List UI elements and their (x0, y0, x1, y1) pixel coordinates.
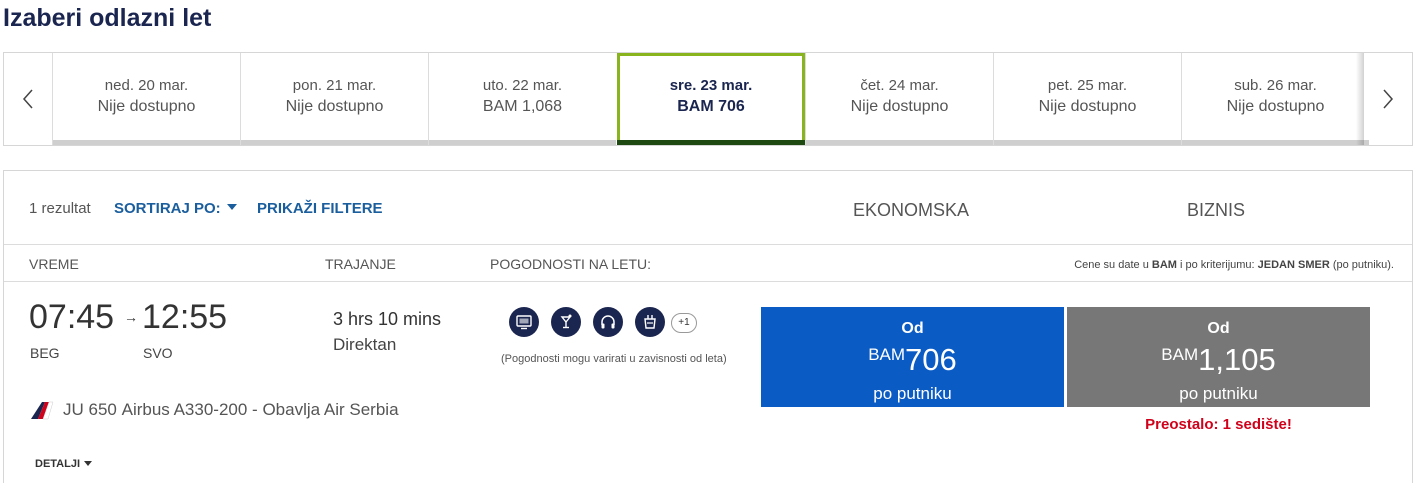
results-panel: 1 rezultat SORTIRAJ PO: PRIKAŽI FILTERE … (3, 170, 1413, 483)
details-toggle[interactable]: DETALJI (35, 458, 93, 470)
seats-left-warning: Preostalo: 1 sedište! (1145, 416, 1292, 433)
more-amenities-badge[interactable]: +1 (671, 313, 697, 333)
fare-from-label: Od (1207, 320, 1230, 337)
date-price: Nije dostupno (1038, 98, 1137, 115)
date-bar (241, 140, 428, 145)
flight-stops: Direktan (333, 335, 397, 354)
date-price: BAM 1,068 (482, 98, 563, 115)
date-bar (994, 140, 1181, 145)
sort-label: SORTIRAJ PO: (114, 200, 221, 217)
date-option-22-mar[interactable]: uto. 22 mar. BAM 1,068 (428, 53, 616, 145)
date-label: uto. 22 mar. (482, 77, 563, 94)
show-filters-button[interactable]: PRIKAŽI FILTERE (257, 200, 383, 217)
entertainment-screen-icon[interactable] (509, 307, 539, 337)
date-label: sre. 23 mar. (669, 77, 753, 94)
date-label: sub. 26 mar. (1234, 77, 1317, 94)
departure-airport: BEG (30, 345, 60, 361)
scroll-fade (1356, 53, 1364, 145)
fare-per-passenger: po putniku (1179, 384, 1258, 403)
date-bar (429, 140, 616, 145)
fare-price: BAM706 (761, 340, 1064, 381)
date-option-26-mar[interactable]: sub. 26 mar. Nije dostupno (1181, 53, 1369, 145)
result-count: 1 rezultat (29, 200, 91, 217)
date-option-23-mar-selected[interactable]: sre. 23 mar. BAM 706 (617, 53, 805, 145)
arrival-time: 12:55 (142, 298, 228, 336)
date-price: Nije dostupno (285, 98, 384, 115)
operated-by: Obavlja Air Serbia (262, 400, 399, 419)
column-header-row: VREME TRAJANJE POGODNOSTI NA LETU: Cene … (4, 245, 1412, 282)
chevron-right-icon (1383, 89, 1394, 109)
economy-fare-button[interactable]: Od BAM706 po putniku (761, 307, 1064, 407)
flight-info: JU 650 Airbus A330-200 - Obavlja Air Ser… (30, 400, 399, 420)
date-option-24-mar[interactable]: čet. 24 mar. Nije dostupno (805, 53, 993, 145)
air-serbia-logo-icon (31, 401, 54, 420)
column-time: VREME (29, 256, 79, 272)
caret-down-icon (226, 204, 237, 210)
price-note-suffix: (po putniku). (1332, 259, 1394, 271)
info-separator: - (252, 400, 258, 419)
date-label: pon. 21 mar. (292, 77, 377, 94)
fare-currency: BAM (868, 345, 906, 364)
price-note: Cene su date u BAM i po kriterijumu: JED… (1074, 259, 1394, 271)
date-option-25-mar[interactable]: pet. 25 mar. Nije dostupno (993, 53, 1181, 145)
arrow-right-icon: → (124, 309, 138, 325)
fare-currency: BAM (1161, 345, 1199, 364)
price-note-middle: i po kriterijumu: (1180, 259, 1255, 271)
fare-amount: 706 (905, 342, 957, 377)
price-note-criterion: JEDAN SMER (1257, 259, 1330, 271)
meal-icon[interactable] (635, 307, 665, 337)
chevron-left-icon (22, 89, 33, 109)
next-dates-button[interactable] (1364, 53, 1412, 145)
aircraft-type: Airbus A330-200 (121, 400, 248, 419)
date-option-21-mar[interactable]: pon. 21 mar. Nije dostupno (240, 53, 428, 145)
date-label: pet. 25 mar. (1047, 77, 1128, 94)
date-bar (1182, 140, 1369, 145)
date-bar (806, 140, 993, 145)
results-toolbar: 1 rezultat SORTIRAJ PO: PRIKAŽI FILTERE … (4, 171, 1412, 245)
price-note-prefix: Cene su date u (1074, 259, 1149, 271)
date-price: BAM 706 (677, 98, 745, 115)
fare-amount: 1,105 (1198, 342, 1276, 377)
cabin-header-economy: EKONOMSKA (853, 200, 970, 220)
date-option-20-mar[interactable]: ned. 20 mar. Nije dostupno (52, 53, 240, 145)
cabin-header-business: BIZNIS (1187, 200, 1246, 220)
fare-from-label: Od (901, 320, 924, 337)
arrival-airport: SVO (143, 345, 173, 361)
caret-down-icon (84, 461, 93, 466)
date-bar (53, 140, 240, 145)
fare-per-passenger: po putniku (873, 384, 952, 403)
date-selector: ned. 20 mar. Nije dostupno pon. 21 mar. … (3, 52, 1413, 146)
date-price: Nije dostupno (97, 98, 196, 115)
column-duration: TRAJANJE (325, 256, 396, 272)
drink-icon[interactable] (551, 307, 581, 337)
flight-duration: 3 hrs 10 mins (333, 309, 442, 329)
page-title: Izaberi odlazni let (3, 4, 212, 32)
details-label: DETALJI (35, 458, 81, 470)
fare-price: BAM1,105 (1067, 340, 1370, 381)
previous-dates-button[interactable] (4, 53, 52, 145)
flight-number: JU 650 (63, 400, 117, 419)
price-note-currency: BAM (1151, 259, 1177, 271)
headphones-icon[interactable] (593, 307, 623, 337)
column-amenities: POGODNOSTI NA LETU: (490, 256, 652, 272)
amenities-note: (Pogodnosti mogu varirati u zavisnosti o… (501, 353, 727, 365)
departure-time: 07:45 (29, 298, 115, 336)
date-price: Nije dostupno (850, 98, 949, 115)
date-price: Nije dostupno (1226, 98, 1325, 115)
date-label: čet. 24 mar. (860, 77, 939, 94)
date-label: ned. 20 mar. (104, 77, 189, 94)
business-fare-button[interactable]: Od BAM1,105 po putniku (1067, 307, 1370, 407)
date-bar-selected (617, 140, 805, 145)
sort-dropdown[interactable]: SORTIRAJ PO: (114, 200, 237, 217)
